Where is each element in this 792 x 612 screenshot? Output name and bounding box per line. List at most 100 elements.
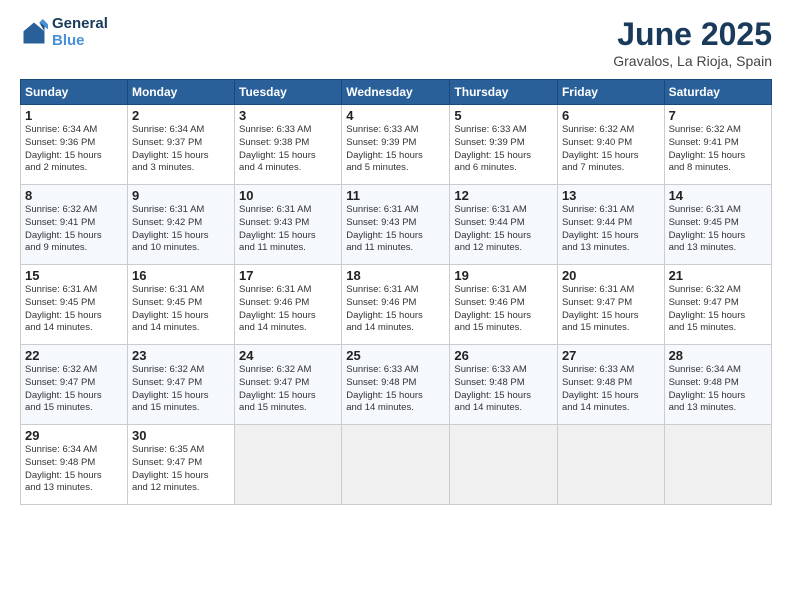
day-number: 4	[346, 108, 445, 123]
day-info: Sunrise: 6:33 AM Sunset: 9:38 PM Dayligh…	[239, 124, 337, 175]
calendar-cell: 5Sunrise: 6:33 AM Sunset: 9:39 PM Daylig…	[450, 105, 558, 185]
day-number: 23	[132, 348, 230, 363]
day-info: Sunrise: 6:34 AM Sunset: 9:37 PM Dayligh…	[132, 124, 230, 175]
day-number: 26	[454, 348, 553, 363]
day-number: 11	[346, 188, 445, 203]
calendar-cell: 22Sunrise: 6:32 AM Sunset: 9:47 PM Dayli…	[21, 345, 128, 425]
calendar-cell: 26Sunrise: 6:33 AM Sunset: 9:48 PM Dayli…	[450, 345, 558, 425]
calendar-cell: 3Sunrise: 6:33 AM Sunset: 9:38 PM Daylig…	[235, 105, 342, 185]
calendar-cell: 2Sunrise: 6:34 AM Sunset: 9:37 PM Daylig…	[127, 105, 234, 185]
day-info: Sunrise: 6:31 AM Sunset: 9:44 PM Dayligh…	[562, 204, 660, 255]
day-info: Sunrise: 6:32 AM Sunset: 9:47 PM Dayligh…	[25, 364, 123, 415]
calendar-cell	[664, 425, 771, 505]
day-number: 1	[25, 108, 123, 123]
day-number: 24	[239, 348, 337, 363]
calendar-cell: 19Sunrise: 6:31 AM Sunset: 9:46 PM Dayli…	[450, 265, 558, 345]
day-number: 5	[454, 108, 553, 123]
day-info: Sunrise: 6:31 AM Sunset: 9:46 PM Dayligh…	[346, 284, 445, 335]
day-info: Sunrise: 6:32 AM Sunset: 9:47 PM Dayligh…	[669, 284, 767, 335]
day-info: Sunrise: 6:32 AM Sunset: 9:41 PM Dayligh…	[25, 204, 123, 255]
day-number: 17	[239, 268, 337, 283]
day-number: 25	[346, 348, 445, 363]
calendar-cell: 10Sunrise: 6:31 AM Sunset: 9:43 PM Dayli…	[235, 185, 342, 265]
day-info: Sunrise: 6:31 AM Sunset: 9:43 PM Dayligh…	[346, 204, 445, 255]
day-info: Sunrise: 6:33 AM Sunset: 9:39 PM Dayligh…	[454, 124, 553, 175]
day-number: 22	[25, 348, 123, 363]
month-title: June 2025	[613, 16, 772, 53]
calendar-cell: 28Sunrise: 6:34 AM Sunset: 9:48 PM Dayli…	[664, 345, 771, 425]
day-info: Sunrise: 6:32 AM Sunset: 9:40 PM Dayligh…	[562, 124, 660, 175]
day-number: 19	[454, 268, 553, 283]
calendar-cell: 25Sunrise: 6:33 AM Sunset: 9:48 PM Dayli…	[342, 345, 450, 425]
calendar-cell	[450, 425, 558, 505]
day-info: Sunrise: 6:31 AM Sunset: 9:46 PM Dayligh…	[239, 284, 337, 335]
day-number: 9	[132, 188, 230, 203]
day-number: 13	[562, 188, 660, 203]
day-number: 6	[562, 108, 660, 123]
day-info: Sunrise: 6:31 AM Sunset: 9:47 PM Dayligh…	[562, 284, 660, 335]
logo: General Blue	[20, 16, 108, 49]
calendar-cell: 21Sunrise: 6:32 AM Sunset: 9:47 PM Dayli…	[664, 265, 771, 345]
logo-icon	[20, 19, 48, 47]
calendar-cell: 30Sunrise: 6:35 AM Sunset: 9:47 PM Dayli…	[127, 425, 234, 505]
day-number: 29	[25, 428, 123, 443]
calendar-cell: 16Sunrise: 6:31 AM Sunset: 9:45 PM Dayli…	[127, 265, 234, 345]
day-info: Sunrise: 6:31 AM Sunset: 9:42 PM Dayligh…	[132, 204, 230, 255]
day-number: 15	[25, 268, 123, 283]
calendar-cell: 4Sunrise: 6:33 AM Sunset: 9:39 PM Daylig…	[342, 105, 450, 185]
weekday-monday: Monday	[127, 80, 234, 105]
calendar-cell: 27Sunrise: 6:33 AM Sunset: 9:48 PM Dayli…	[557, 345, 664, 425]
day-info: Sunrise: 6:33 AM Sunset: 9:48 PM Dayligh…	[562, 364, 660, 415]
title-block: June 2025 Gravalos, La Rioja, Spain	[613, 16, 772, 69]
day-info: Sunrise: 6:34 AM Sunset: 9:36 PM Dayligh…	[25, 124, 123, 175]
day-info: Sunrise: 6:33 AM Sunset: 9:48 PM Dayligh…	[346, 364, 445, 415]
calendar-cell: 24Sunrise: 6:32 AM Sunset: 9:47 PM Dayli…	[235, 345, 342, 425]
calendar-cell: 29Sunrise: 6:34 AM Sunset: 9:48 PM Dayli…	[21, 425, 128, 505]
day-info: Sunrise: 6:31 AM Sunset: 9:43 PM Dayligh…	[239, 204, 337, 255]
day-number: 21	[669, 268, 767, 283]
day-info: Sunrise: 6:31 AM Sunset: 9:46 PM Dayligh…	[454, 284, 553, 335]
day-info: Sunrise: 6:31 AM Sunset: 9:44 PM Dayligh…	[454, 204, 553, 255]
day-info: Sunrise: 6:32 AM Sunset: 9:47 PM Dayligh…	[132, 364, 230, 415]
calendar-cell: 1Sunrise: 6:34 AM Sunset: 9:36 PM Daylig…	[21, 105, 128, 185]
header: General Blue June 2025 Gravalos, La Rioj…	[20, 16, 772, 69]
calendar-cell	[557, 425, 664, 505]
calendar-week-row: 1Sunrise: 6:34 AM Sunset: 9:36 PM Daylig…	[21, 105, 772, 185]
calendar-cell: 7Sunrise: 6:32 AM Sunset: 9:41 PM Daylig…	[664, 105, 771, 185]
calendar-cell	[235, 425, 342, 505]
day-info: Sunrise: 6:32 AM Sunset: 9:47 PM Dayligh…	[239, 364, 337, 415]
day-number: 18	[346, 268, 445, 283]
calendar-cell: 8Sunrise: 6:32 AM Sunset: 9:41 PM Daylig…	[21, 185, 128, 265]
calendar-cell: 13Sunrise: 6:31 AM Sunset: 9:44 PM Dayli…	[557, 185, 664, 265]
logo-text: General Blue	[52, 16, 108, 49]
day-number: 27	[562, 348, 660, 363]
calendar-week-row: 15Sunrise: 6:31 AM Sunset: 9:45 PM Dayli…	[21, 265, 772, 345]
calendar-cell: 15Sunrise: 6:31 AM Sunset: 9:45 PM Dayli…	[21, 265, 128, 345]
calendar-week-row: 22Sunrise: 6:32 AM Sunset: 9:47 PM Dayli…	[21, 345, 772, 425]
weekday-sunday: Sunday	[21, 80, 128, 105]
day-number: 20	[562, 268, 660, 283]
calendar-week-row: 29Sunrise: 6:34 AM Sunset: 9:48 PM Dayli…	[21, 425, 772, 505]
weekday-thursday: Thursday	[450, 80, 558, 105]
day-number: 7	[669, 108, 767, 123]
calendar-week-row: 8Sunrise: 6:32 AM Sunset: 9:41 PM Daylig…	[21, 185, 772, 265]
weekday-tuesday: Tuesday	[235, 80, 342, 105]
day-number: 16	[132, 268, 230, 283]
calendar-table: SundayMondayTuesdayWednesdayThursdayFrid…	[20, 79, 772, 505]
calendar-cell	[342, 425, 450, 505]
calendar-cell: 11Sunrise: 6:31 AM Sunset: 9:43 PM Dayli…	[342, 185, 450, 265]
calendar-cell: 18Sunrise: 6:31 AM Sunset: 9:46 PM Dayli…	[342, 265, 450, 345]
calendar-cell: 17Sunrise: 6:31 AM Sunset: 9:46 PM Dayli…	[235, 265, 342, 345]
weekday-wednesday: Wednesday	[342, 80, 450, 105]
calendar-cell: 6Sunrise: 6:32 AM Sunset: 9:40 PM Daylig…	[557, 105, 664, 185]
day-info: Sunrise: 6:31 AM Sunset: 9:45 PM Dayligh…	[669, 204, 767, 255]
day-number: 12	[454, 188, 553, 203]
day-number: 28	[669, 348, 767, 363]
day-number: 3	[239, 108, 337, 123]
day-info: Sunrise: 6:35 AM Sunset: 9:47 PM Dayligh…	[132, 444, 230, 495]
day-info: Sunrise: 6:34 AM Sunset: 9:48 PM Dayligh…	[25, 444, 123, 495]
day-info: Sunrise: 6:34 AM Sunset: 9:48 PM Dayligh…	[669, 364, 767, 415]
weekday-header-row: SundayMondayTuesdayWednesdayThursdayFrid…	[21, 80, 772, 105]
day-info: Sunrise: 6:32 AM Sunset: 9:41 PM Dayligh…	[669, 124, 767, 175]
day-number: 2	[132, 108, 230, 123]
